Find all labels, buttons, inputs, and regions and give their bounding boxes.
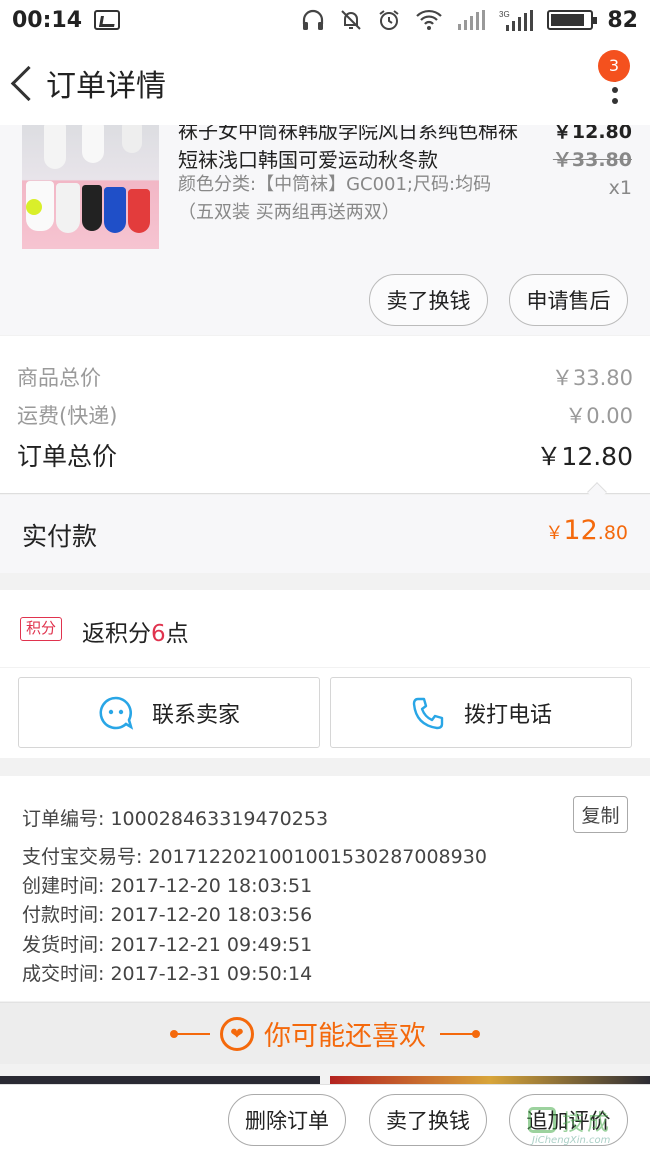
- points-text-after: 点: [165, 621, 189, 647]
- paid-amount-row: 实付款 ￥12.80: [0, 495, 650, 573]
- paid-currency: ￥: [545, 523, 564, 544]
- decor-line-left: [170, 1029, 210, 1038]
- call-phone-button[interactable]: 拨打电话: [330, 677, 632, 748]
- after-sale-button[interactable]: 申请售后: [509, 274, 628, 326]
- status-time: 00:14: [12, 7, 83, 33]
- paid-time: 付款时间: 2017-12-20 18:03:56: [22, 904, 313, 926]
- phone-icon: [412, 697, 444, 729]
- shipping-value: ￥0.00: [565, 404, 633, 428]
- product-title[interactable]: 袜子女中筒袜韩版学院风日系纯色棉袜短袜浅口韩国可爱运动秋冬款: [178, 125, 523, 175]
- more-button[interactable]: 3: [590, 48, 630, 108]
- signal-icon: [458, 10, 486, 30]
- headphone-icon: [303, 9, 324, 30]
- completed-time: 成交时间: 2017-12-31 09:50:14: [22, 963, 313, 985]
- status-bar: 00:14 3G 82: [0, 0, 650, 40]
- back-icon[interactable]: [2, 53, 52, 113]
- copy-button[interactable]: 复制: [573, 796, 628, 833]
- alipay-number: 支付宝交易号: 2017122021001001530287008930: [22, 846, 487, 868]
- points-tag: 积分: [20, 617, 63, 641]
- signal-3g-icon: 3G: [499, 10, 534, 31]
- page-title: 订单详情: [46, 68, 166, 104]
- shipping-label: 运费(快递): [17, 404, 118, 428]
- contact-seller-label: 联系卖家: [151, 702, 240, 728]
- product-card[interactable]: 袜子女中筒袜韩版学院风日系纯色棉袜短袜浅口韩国可爱运动秋冬款 颜色分类:【中筒袜…: [0, 125, 650, 335]
- notification-badge: 3: [598, 50, 630, 82]
- contact-seller-button[interactable]: 联系卖家: [18, 677, 320, 748]
- recommend-image[interactable]: [330, 1076, 650, 1084]
- points-text-before: 返积分: [82, 621, 151, 647]
- product-original-price: ￥33.80: [552, 149, 632, 171]
- watermark-url: JiChengXin.com: [532, 1135, 611, 1146]
- heart-icon: ❤: [220, 1016, 254, 1051]
- order-total-value: ￥12.80: [536, 442, 633, 471]
- network-type: 3G: [499, 10, 510, 19]
- order-number: 订单编号: 100028463319470253: [22, 808, 329, 830]
- battery-fill: [551, 14, 585, 26]
- product-price: ￥12.80: [552, 125, 632, 143]
- created-time: 创建时间: 2017-12-20 18:03:51: [22, 875, 313, 897]
- call-phone-label: 拨打电话: [463, 702, 552, 728]
- paid-label: 实付款: [22, 522, 98, 551]
- price-summary: 商品总价 ￥33.80 运费(快递) ￥0.00 订单总价 ￥12.80: [0, 336, 650, 502]
- product-thumbnail[interactable]: [22, 125, 159, 249]
- status-icons: 3G 82: [301, 8, 638, 33]
- sell-button[interactable]: 卖了换钱: [369, 274, 488, 326]
- points-text: 返积分6点: [82, 614, 189, 648]
- watermark-text: 技成: [562, 1111, 613, 1136]
- decor-line-right: [440, 1029, 480, 1038]
- paid-integer: 12: [563, 515, 598, 546]
- recommend-images[interactable]: [0, 1076, 650, 1084]
- recommend-image[interactable]: [0, 1076, 320, 1084]
- watermark: 技成 JiChengXin.com: [528, 1103, 646, 1149]
- points-row: 积分 返积分6点: [0, 590, 650, 667]
- order-total-label: 订单总价: [17, 442, 118, 471]
- delete-order-button[interactable]: 删除订单: [228, 1094, 346, 1146]
- product-spec: 颜色分类:【中筒袜】GC001;尺码:均码（五双装 买两组再送两双）: [178, 174, 492, 223]
- recommend-header: ❤ 你可能还喜欢: [0, 1002, 650, 1064]
- paid-decimal: .80: [597, 522, 628, 544]
- contact-row: 联系卖家 拨打电话: [0, 668, 650, 758]
- sell-again-button[interactable]: 卖了换钱: [369, 1094, 487, 1146]
- points-value: 6: [151, 621, 166, 647]
- paid-value: ￥12.80: [545, 515, 628, 546]
- battery-percent: 82: [607, 7, 638, 33]
- goods-total-label: 商品总价: [17, 366, 101, 390]
- battery-icon: [547, 10, 598, 30]
- alarm-icon: [379, 10, 399, 30]
- chat-icon: [99, 696, 134, 730]
- wifi-icon: [416, 9, 443, 30]
- product-quantity: x1: [608, 177, 632, 199]
- watermark-logo-icon: [528, 1107, 556, 1133]
- nav-bar: 订单详情 3: [0, 40, 650, 125]
- image-icon: [94, 10, 121, 30]
- divider: [0, 493, 650, 494]
- mute-icon: [341, 10, 362, 30]
- shipped-time: 发货时间: 2017-12-21 09:49:51: [22, 934, 313, 956]
- goods-total-value: ￥33.80: [551, 366, 633, 390]
- recommend-title: 你可能还喜欢: [264, 1021, 426, 1052]
- order-info: 订单编号: 100028463319470253 复制 支付宝交易号: 2017…: [0, 776, 650, 1001]
